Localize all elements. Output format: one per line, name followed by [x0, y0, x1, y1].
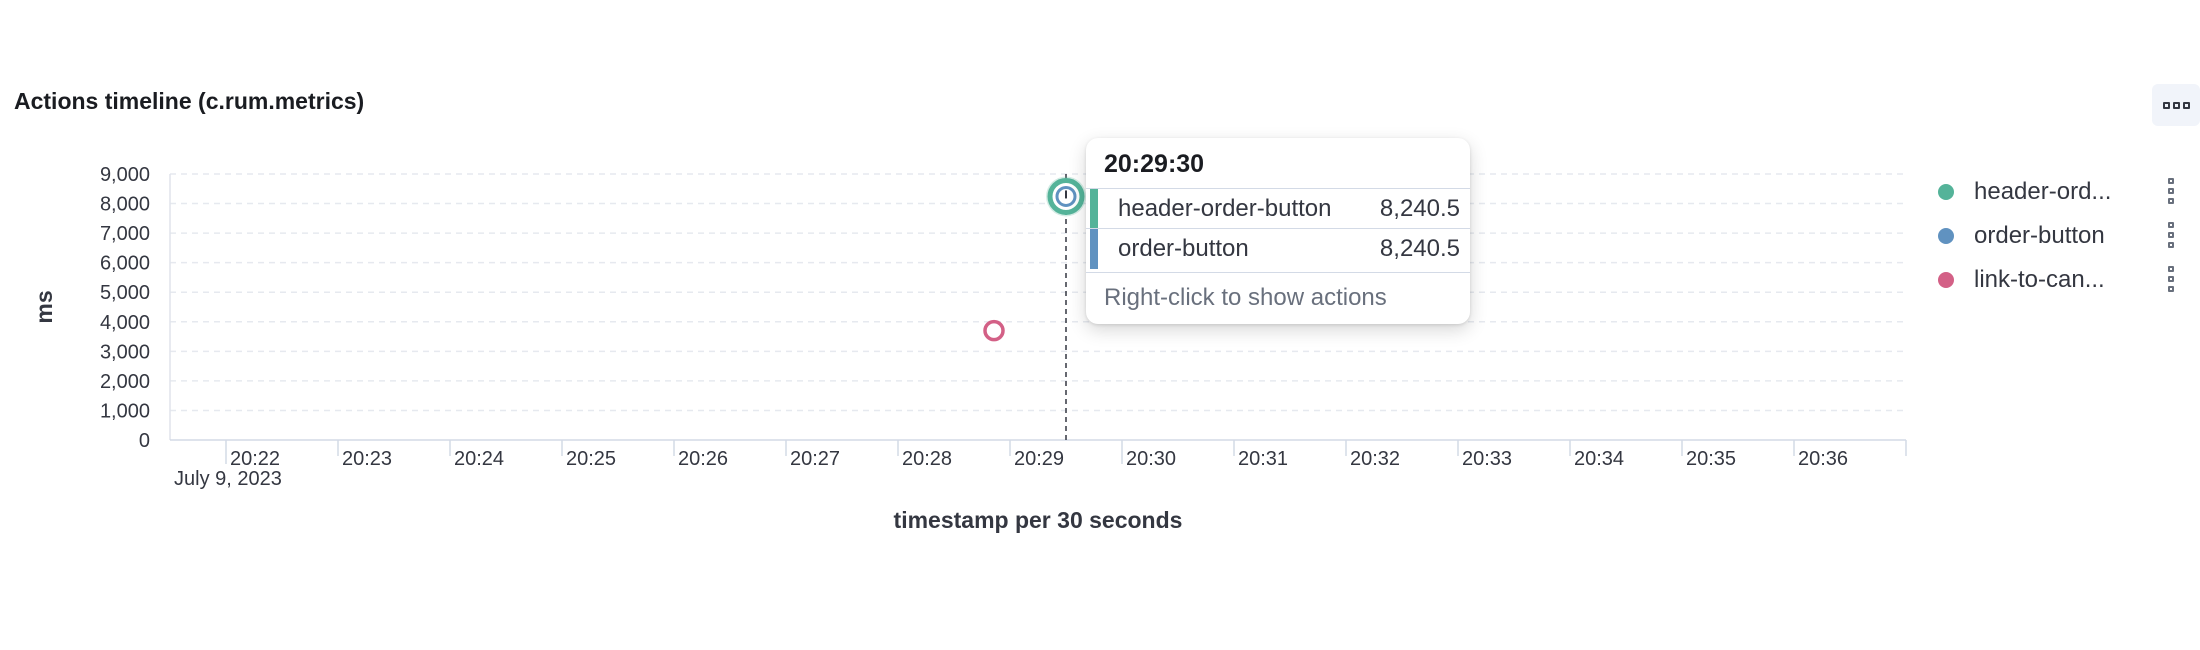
legend-item-label: order-button: [1974, 222, 2105, 249]
x-axis-title: timestamp per 30 seconds: [894, 507, 1183, 533]
legend-color-dot: [1938, 272, 1954, 288]
y-tick-label: 6,000: [100, 253, 150, 275]
x-tick-label: 20:35: [1686, 448, 1736, 470]
x-tick-label: 20:26: [678, 448, 728, 470]
x-tick-label: 20:34: [1574, 448, 1624, 470]
tooltip-series-value: 8,240.5: [1379, 235, 1460, 262]
chart-legend: header-ord... order-button link-to-can..…: [1938, 170, 2178, 302]
x-tick-label: 20:36: [1798, 448, 1848, 470]
y-tick-label: 9,000: [100, 164, 150, 186]
x-tick-label: 20:25: [566, 448, 616, 470]
boxes-vertical-icon[interactable]: [2166, 178, 2176, 204]
y-tick-label: 5,000: [100, 282, 150, 304]
legend-item[interactable]: link-to-can...: [1938, 258, 2178, 302]
x-tick-label: 20:33: [1462, 448, 1512, 470]
y-tick-label: 7,000: [100, 223, 150, 245]
x-tick-label: 20:29: [1014, 448, 1064, 470]
x-tick-label: 20:24: [454, 448, 504, 470]
y-tick-label: 8,000: [100, 194, 150, 216]
legend-item[interactable]: order-button: [1938, 214, 2178, 258]
tooltip-time: 20:29:30: [1104, 150, 1205, 178]
tooltip-hint: Right-click to show actions: [1104, 284, 1387, 311]
tooltip-series-name: header-order-button: [1118, 195, 1332, 222]
chart-tooltip: 20:29:30 header-order-button 8,240.5 ord…: [1086, 138, 1470, 324]
scatter-chart: 9,000 8,000 7,000 6,000 5,000 4,000 3,000 2,000…: [31, 164, 1907, 533]
x-tick-label: 20:30: [1126, 448, 1176, 470]
boxes-vertical-icon[interactable]: [2166, 222, 2176, 248]
legend-item-label: link-to-can...: [1974, 266, 2105, 293]
x-tick-label: 20:23: [342, 448, 392, 470]
tooltip-series-color: [1090, 229, 1098, 269]
boxes-vertical-icon[interactable]: [2166, 266, 2176, 292]
y-tick-label: 1,000: [100, 400, 150, 422]
y-tick-label: 3,000: [100, 341, 150, 363]
y-tick-label: 0: [139, 430, 150, 452]
x-date-label: July 9, 2023: [174, 468, 282, 490]
tooltip-row: order-button 8,240.5: [1086, 228, 1470, 269]
y-tick-label: 4,000: [100, 312, 150, 334]
x-tick-label: 20:27: [790, 448, 840, 470]
legend-item-label: header-ord...: [1974, 178, 2112, 205]
tooltip-series-value: 8,240.5: [1379, 195, 1460, 222]
tooltip-series-color: [1090, 189, 1098, 229]
legend-color-dot: [1938, 228, 1954, 244]
x-tick-label: 20:32: [1350, 448, 1400, 470]
tooltip-row: header-order-button 8,240.5: [1086, 188, 1470, 229]
x-tick-label: 20:28: [902, 448, 952, 470]
x-tick-label: 20:31: [1238, 448, 1288, 470]
tooltip-series-name: order-button: [1118, 235, 1249, 262]
legend-item[interactable]: header-ord...: [1938, 170, 2178, 214]
legend-color-dot: [1938, 184, 1954, 200]
y-tick-label: 2,000: [100, 371, 150, 393]
data-point: [983, 319, 1005, 342]
y-axis-title: ms: [31, 290, 57, 323]
x-tick-label: 20:22: [230, 448, 280, 470]
